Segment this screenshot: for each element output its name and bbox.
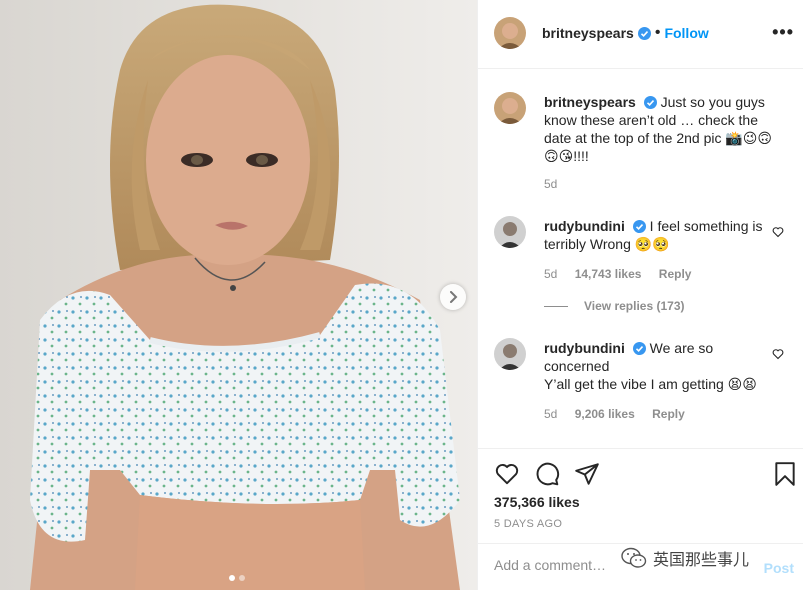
comment-item: rudybundini I feel something is terribly…: [544, 217, 769, 283]
comment-reply-button[interactable]: Reply: [652, 407, 685, 421]
wechat-icon: [621, 547, 647, 568]
view-replies-button[interactable]: View replies (173): [544, 299, 685, 313]
post-comment-button[interactable]: Post: [764, 560, 794, 576]
caption-avatar[interactable]: [494, 92, 526, 124]
commenter-avatar[interactable]: [494, 338, 526, 370]
caption: britneyspears Just so you guys know thes…: [544, 93, 784, 193]
likes-count[interactable]: 375,366 likes: [494, 494, 580, 510]
follow-button[interactable]: Follow: [664, 25, 708, 41]
comment-bubble-icon[interactable]: [534, 461, 560, 487]
caption-time: 5d: [544, 177, 558, 191]
comment-item: rudybundini We are so concerned Y’all ge…: [544, 339, 769, 423]
comment-likes[interactable]: 14,743 likes: [575, 267, 642, 281]
verified-badge-icon: [643, 96, 657, 109]
like-heart-icon[interactable]: [494, 461, 520, 487]
view-replies-label: View replies (173): [584, 299, 685, 313]
comment-username[interactable]: rudybundini: [544, 218, 625, 234]
add-comment-bar: 英国那些事儿 Post: [478, 543, 803, 590]
post-date: 5 DAYS AGO: [494, 518, 563, 530]
carousel-dot: [239, 575, 245, 581]
comment-like-heart-icon[interactable]: [772, 348, 784, 360]
view-replies-line: [544, 305, 568, 307]
separator-dot: •: [654, 24, 661, 41]
commenter-avatar[interactable]: [494, 216, 526, 248]
post-side-panel: britneyspears • Follow ••• britneyspears…: [477, 0, 803, 590]
post-header: britneyspears • Follow •••: [478, 0, 803, 69]
post-photo-image: [0, 0, 477, 590]
save-bookmark-icon[interactable]: [774, 461, 796, 487]
comment-reply-button[interactable]: Reply: [659, 267, 692, 281]
chevron-right-icon: [450, 291, 458, 303]
carousel-indicator: [229, 575, 245, 581]
author-avatar[interactable]: [494, 17, 526, 49]
comment-time: 5d: [544, 267, 558, 281]
caption-username[interactable]: britneyspears: [544, 94, 636, 110]
verified-badge-icon: [632, 342, 646, 355]
more-options-icon[interactable]: •••: [772, 22, 794, 43]
carousel-dot-active: [229, 575, 235, 581]
watermark: 英国那些事儿: [621, 546, 749, 570]
share-send-icon[interactable]: [574, 461, 600, 487]
comment-username[interactable]: rudybundini: [544, 340, 625, 356]
verified-badge-icon: [637, 26, 651, 40]
carousel-next-button[interactable]: [440, 284, 466, 310]
post-actions: 375,366 likes 5 DAYS AGO: [478, 448, 803, 540]
comment-like-heart-icon[interactable]: [772, 226, 784, 238]
watermark-text: 英国那些事儿: [653, 552, 750, 569]
comment-time: 5d: [544, 407, 558, 421]
verified-badge-icon: [632, 220, 646, 233]
comments-section: britneyspears Just so you guys know thes…: [478, 70, 803, 448]
post-photo[interactable]: [0, 0, 477, 590]
comment-likes[interactable]: 9,206 likes: [575, 407, 635, 421]
author-username[interactable]: britneyspears: [542, 25, 634, 41]
